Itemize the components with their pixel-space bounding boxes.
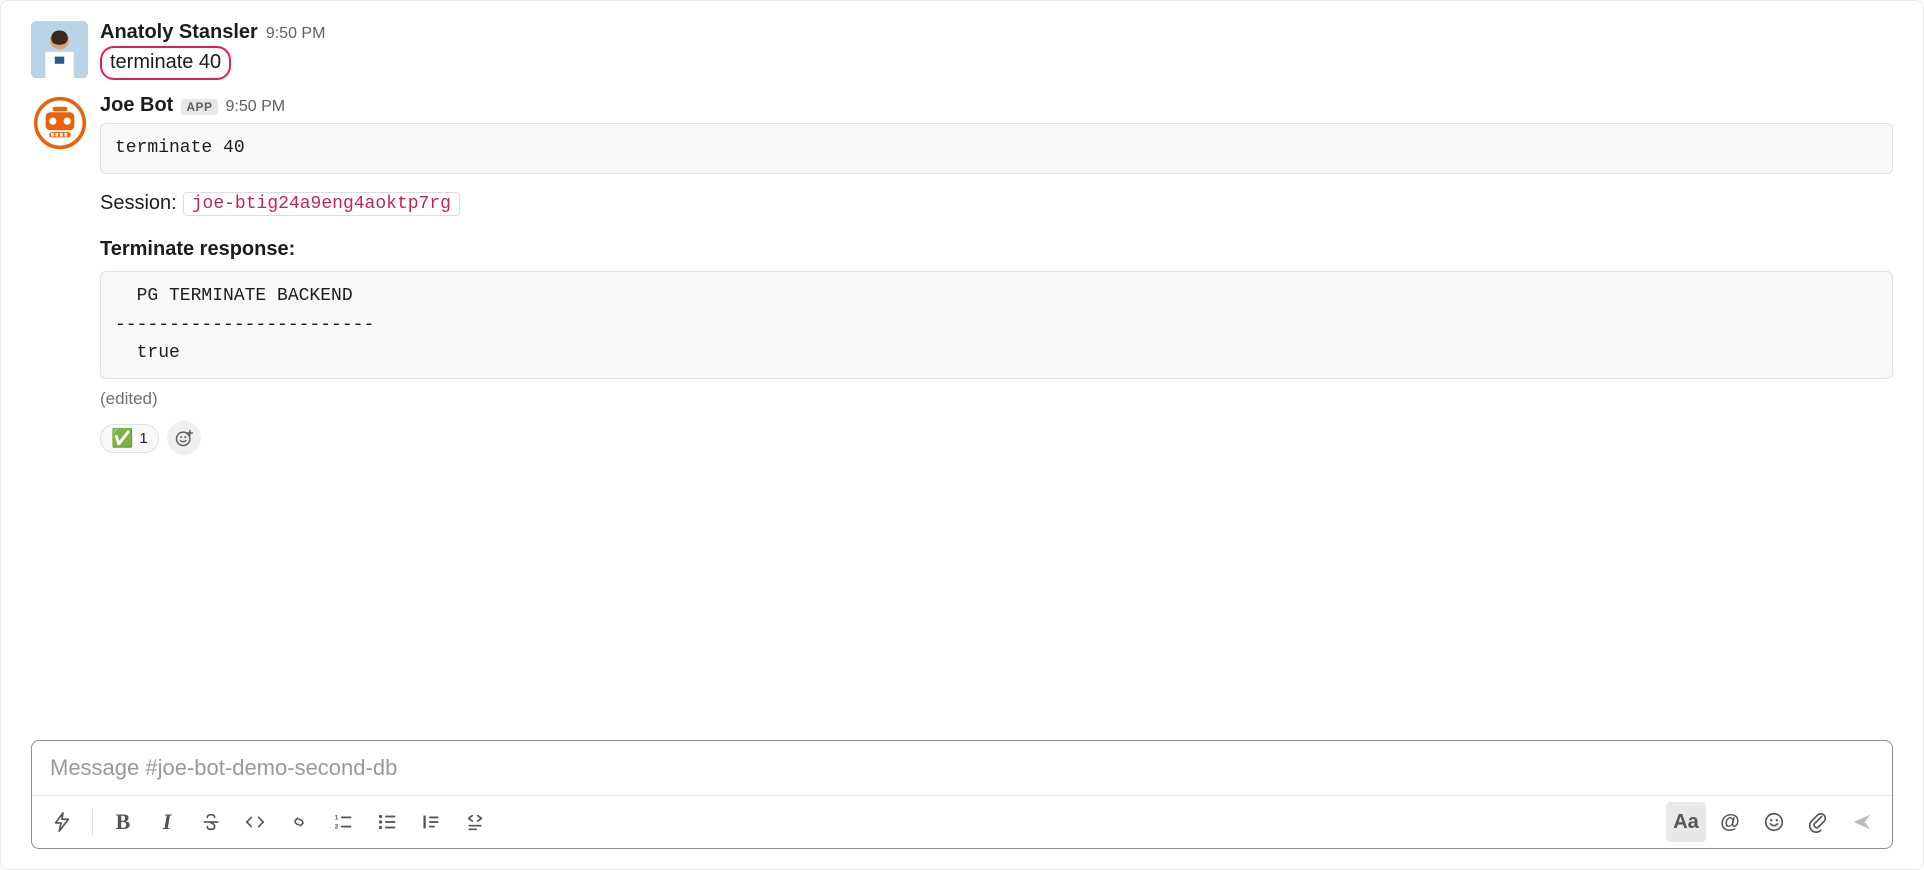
message-header: Anatoly Stansler 9:50 PM: [100, 21, 1893, 44]
paperclip-icon: [1807, 811, 1829, 833]
message-user: Anatoly Stansler 9:50 PM terminate 40: [31, 21, 1893, 80]
session-row: Session: joe-btig24a9eng4aoktp7rg: [100, 192, 1893, 216]
composer-toolbar: B I 1 2: [32, 795, 1892, 848]
author-name[interactable]: Joe Bot: [100, 94, 173, 117]
app-badge: APP: [181, 99, 217, 115]
quote-code-block: terminate 40: [100, 123, 1893, 174]
strikethrough-button[interactable]: [191, 802, 231, 842]
response-code-block: PG TERMINATE BACKEND -------------------…: [100, 271, 1893, 379]
svg-text:2: 2: [335, 823, 339, 830]
message-composer: Message #joe-bot-demo-second-db B I 1 2: [31, 740, 1893, 849]
code-button[interactable]: [235, 802, 275, 842]
message-input[interactable]: Message #joe-bot-demo-second-db: [32, 741, 1892, 795]
session-label: Session:: [100, 192, 177, 215]
add-reaction-button[interactable]: [167, 421, 201, 455]
link-button[interactable]: [279, 802, 319, 842]
italic-button[interactable]: I: [147, 802, 187, 842]
format-toggle-button[interactable]: Aa: [1666, 802, 1706, 842]
blockquote-icon: [420, 811, 442, 833]
reaction-checkmark[interactable]: ✅ 1: [100, 424, 159, 453]
message-bot: Joe Bot APP 9:50 PM terminate 40 Session…: [31, 94, 1893, 455]
bullet-list-icon: [376, 811, 398, 833]
message-body: Anatoly Stansler 9:50 PM terminate 40: [100, 21, 1893, 80]
lightning-icon: [51, 811, 73, 833]
response-title: Terminate response:: [100, 238, 1893, 261]
avatar-bot[interactable]: [31, 94, 88, 151]
message-time: 9:50 PM: [226, 98, 286, 116]
chat-container: Anatoly Stansler 9:50 PM terminate 40: [0, 0, 1924, 870]
ordered-list-icon: 1 2: [332, 811, 354, 833]
shortcuts-button[interactable]: [42, 802, 82, 842]
code-block-icon: [464, 811, 486, 833]
svg-text:1: 1: [335, 814, 339, 821]
attach-button[interactable]: [1798, 802, 1838, 842]
code-icon: [244, 811, 266, 833]
ordered-list-button[interactable]: 1 2: [323, 802, 363, 842]
checkmark-emoji-icon: ✅: [111, 428, 133, 449]
blockquote-button[interactable]: [411, 802, 451, 842]
highlighted-text: terminate 40: [100, 46, 231, 80]
add-emoji-icon: [174, 428, 194, 448]
code-block-button[interactable]: [455, 802, 495, 842]
user-avatar-image: [31, 21, 88, 78]
message-text: terminate 40: [100, 46, 1893, 80]
session-id[interactable]: joe-btig24a9eng4aoktp7rg: [183, 192, 460, 216]
send-icon: [1851, 811, 1873, 833]
reaction-count: 1: [139, 430, 147, 447]
message-body: Joe Bot APP 9:50 PM terminate 40 Session…: [100, 94, 1893, 455]
message-time: 9:50 PM: [266, 25, 326, 43]
strikethrough-icon: [200, 811, 222, 833]
message-list: Anatoly Stansler 9:50 PM terminate 40: [31, 21, 1893, 724]
reactions-bar: ✅ 1: [100, 421, 1893, 455]
emoji-button[interactable]: [1754, 802, 1794, 842]
edited-label: (edited): [100, 389, 1893, 409]
mention-button[interactable]: @: [1710, 802, 1750, 842]
smile-icon: [1763, 811, 1785, 833]
message-header: Joe Bot APP 9:50 PM: [100, 94, 1893, 117]
bullet-list-button[interactable]: [367, 802, 407, 842]
link-icon: [288, 811, 310, 833]
send-button[interactable]: [1842, 802, 1882, 842]
bot-avatar-image: [33, 96, 87, 150]
toolbar-divider: [92, 809, 93, 835]
author-name[interactable]: Anatoly Stansler: [100, 21, 258, 44]
bold-button[interactable]: B: [103, 802, 143, 842]
avatar-user[interactable]: [31, 21, 88, 78]
